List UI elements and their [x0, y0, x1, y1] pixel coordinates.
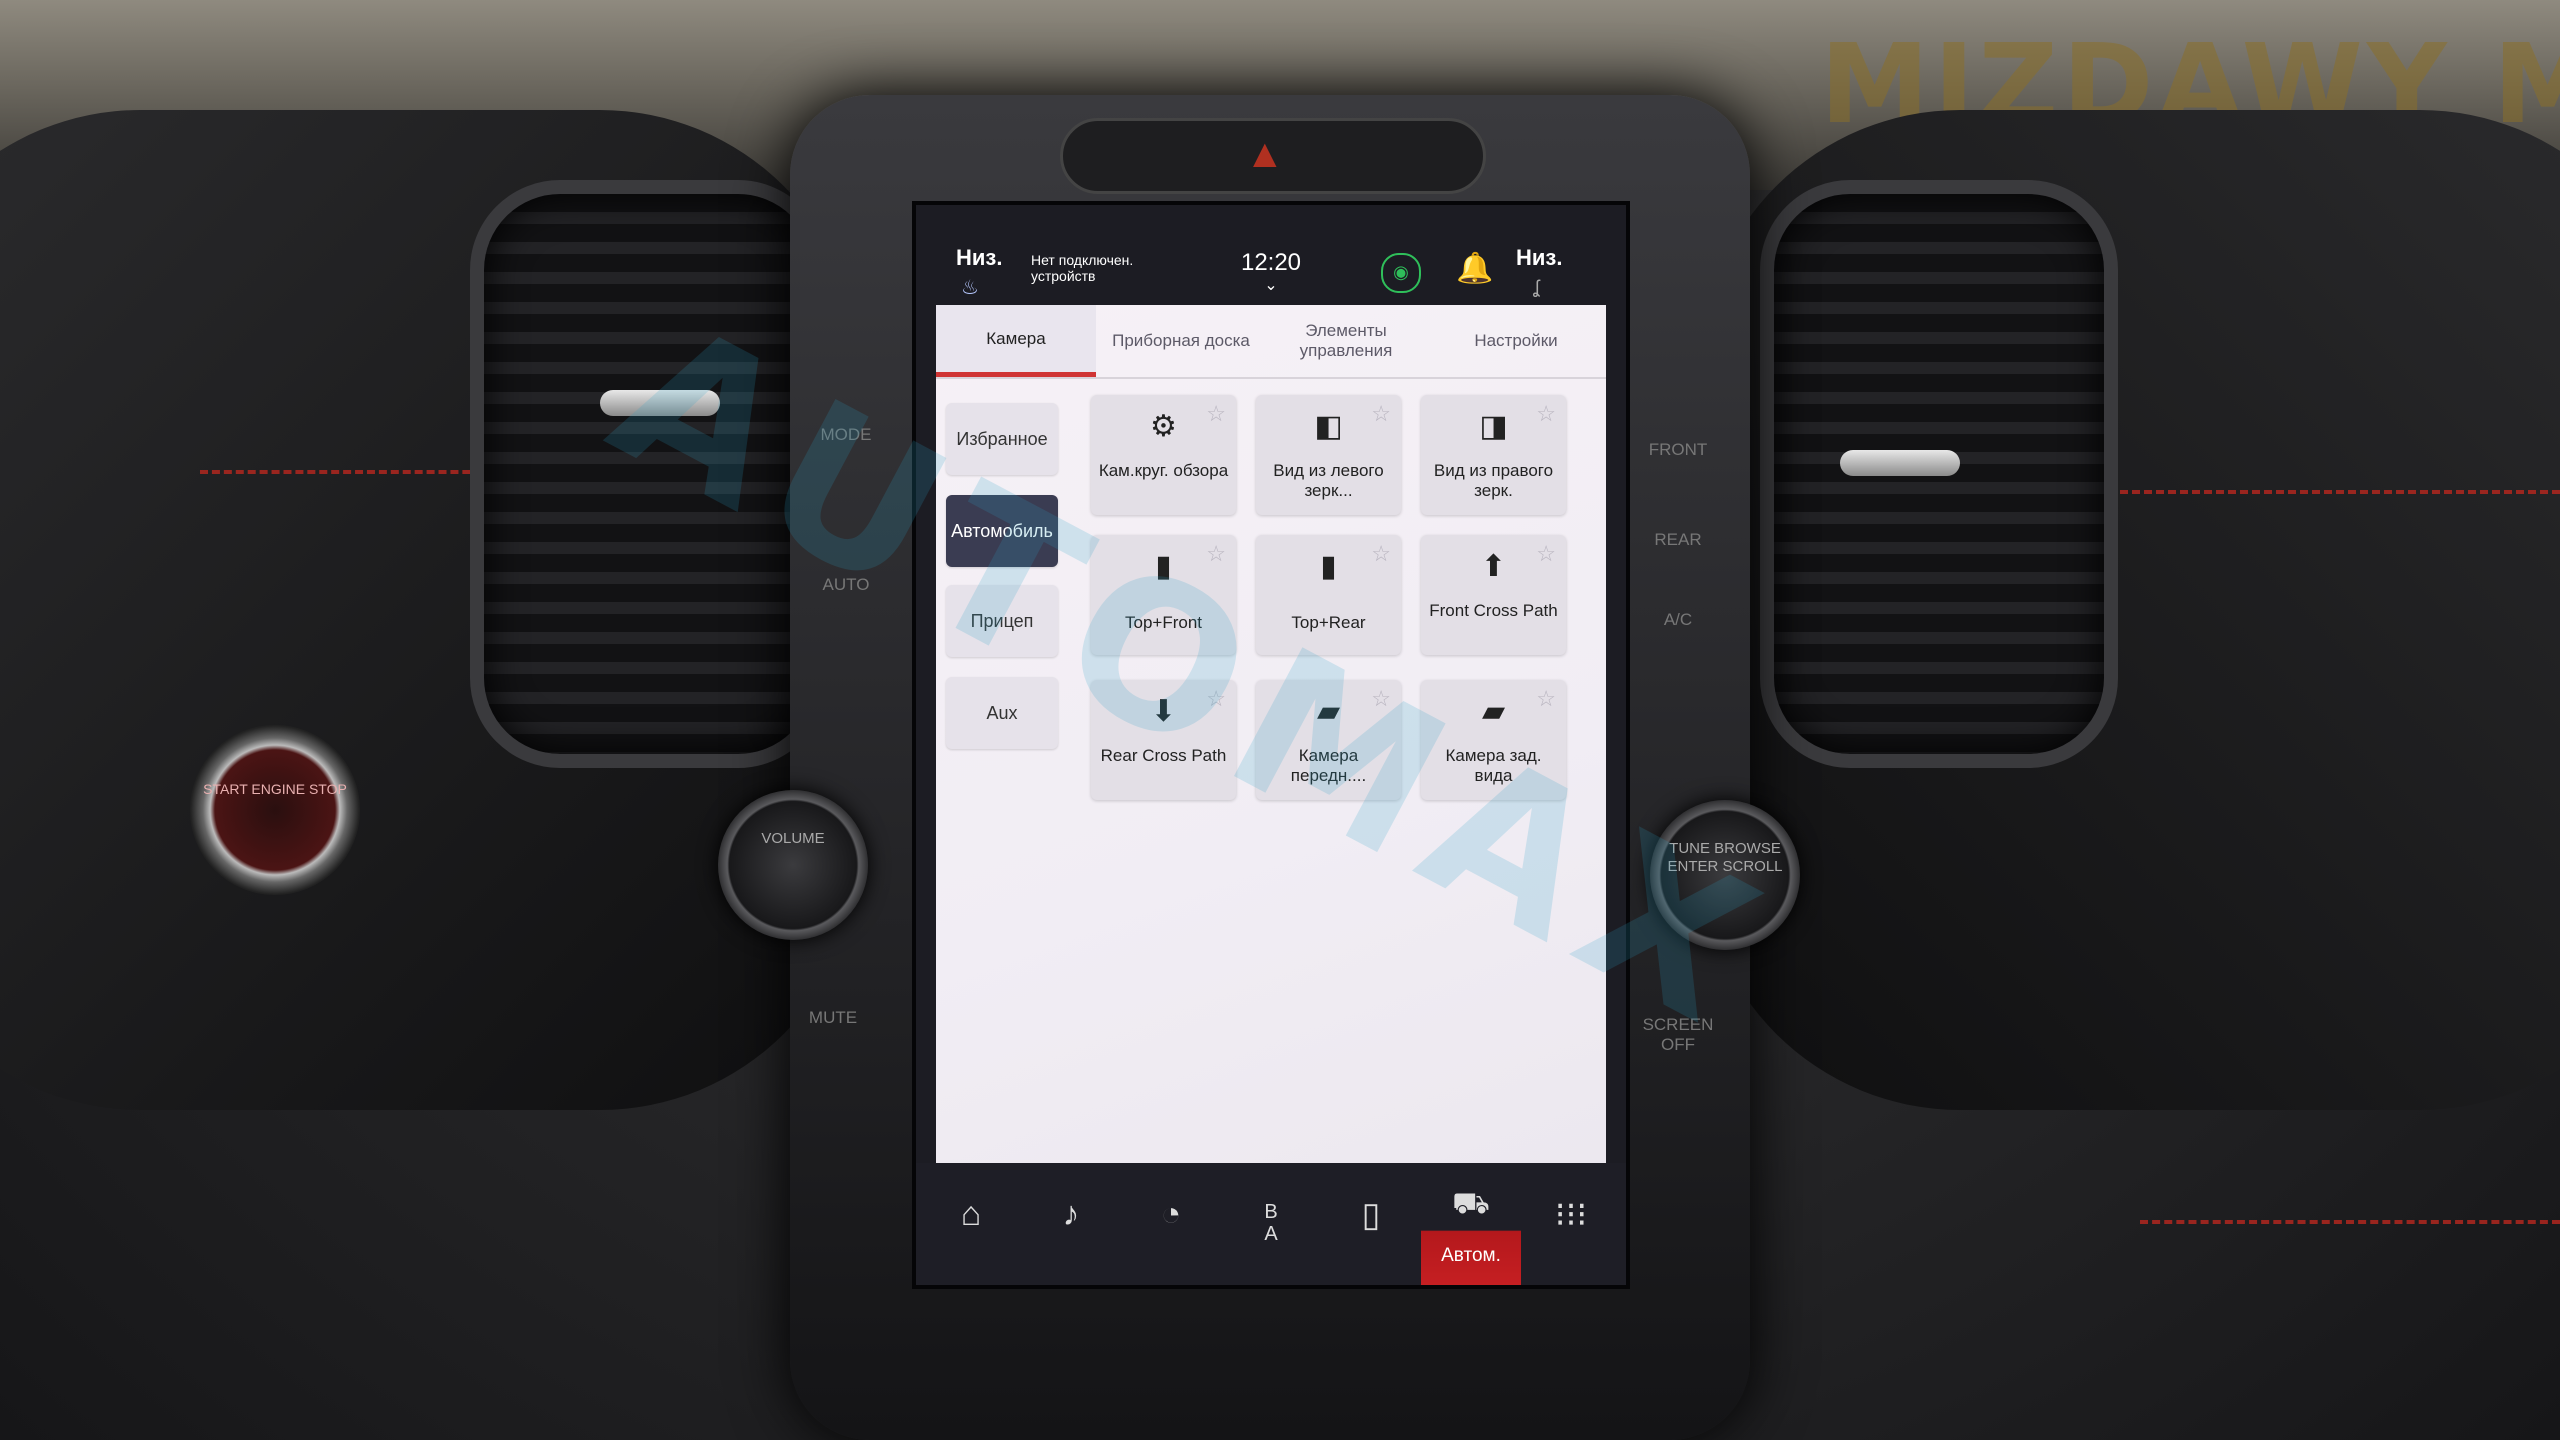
performance-icon: ◔	[1160, 1195, 1182, 1233]
tab-settings[interactable]: Настройки	[1426, 305, 1606, 377]
rear-defrost-label[interactable]: REAR	[1638, 530, 1718, 550]
phone-icon: ▯	[1361, 1196, 1381, 1234]
vehicle-icon: ⛟	[1452, 1187, 1490, 1220]
nav-performance[interactable]: ◔	[1121, 1163, 1221, 1285]
nav-apps[interactable]: ⁝⁝⁝	[1521, 1163, 1621, 1285]
top-rear-icon: ▮	[1320, 550, 1337, 583]
nav-phone[interactable]: ▯	[1321, 1163, 1421, 1285]
vehicle-interior-photo: MIZDAWY MOTOR START ENGINE STOP ▲ MODE A…	[0, 0, 2560, 1440]
seat-icon[interactable]: ʆ	[1533, 277, 1539, 298]
apps-icon: ⁝⁝⁝	[1554, 1196, 1588, 1234]
music-icon: ♪	[1062, 1195, 1080, 1233]
voice-assistant-icon[interactable]: ◉	[1381, 253, 1421, 293]
left-mirror-icon: ◧	[1314, 410, 1343, 443]
dash-stitching	[2140, 1220, 2560, 1224]
tile-label: Вид из правого зерк.	[1433, 461, 1554, 500]
volume-knob[interactable]: VOLUME	[718, 790, 868, 940]
tile-label: Front Cross Path	[1429, 601, 1558, 620]
right-vent-tab[interactable]	[1840, 450, 1960, 476]
tab-controls[interactable]: Элементы управления	[1266, 305, 1426, 377]
nav-climate[interactable]: BA	[1221, 1163, 1321, 1285]
nav-vehicle-label: Автом.	[1441, 1245, 1501, 1266]
bottom-nav-bar: ⌂ ♪ ◔ BA ▯ ⛟ Автом. ⁝⁝⁝	[916, 1163, 1626, 1285]
tab-dashboard[interactable]: Приборная доска	[1096, 305, 1266, 377]
front-defrost-label[interactable]: FRONT	[1638, 440, 1718, 460]
right-fan-level[interactable]: Низ.	[1516, 245, 1562, 271]
front-cross-path-icon: ⬆	[1480, 550, 1507, 583]
tile-label: Кам.круг. обзора	[1098, 461, 1229, 480]
notification-bell-icon[interactable]: 🔔	[1456, 251, 1493, 286]
tile-surround-view[interactable]: ☆ ⚙ Кам.круг. обзора	[1091, 395, 1236, 515]
clock[interactable]: 12:20	[1216, 249, 1326, 277]
left-fan-level[interactable]: Низ.	[956, 245, 1002, 271]
nav-home[interactable]: ⌂	[921, 1163, 1021, 1285]
right-mirror-icon: ◨	[1479, 410, 1508, 443]
start-engine-label: START ENGINE STOP	[203, 781, 347, 797]
chevron-down-icon[interactable]: ⌄	[1251, 275, 1291, 295]
right-control-strip: FRONT REAR A/C	[1638, 440, 1718, 630]
connection-status[interactable]: Нет подключен. устройств	[1031, 252, 1181, 284]
climate-icon: BA	[1264, 1201, 1278, 1245]
hazard-icon[interactable]: ▲	[1245, 132, 1285, 177]
tile-left-mirror[interactable]: ☆ ◧ Вид из левого зерк...	[1256, 395, 1401, 515]
tile-front-cross-path[interactable]: ☆ ⬆ Front Cross Path	[1421, 535, 1566, 655]
volume-knob-label: VOLUME	[761, 830, 825, 847]
seat-heat-icon[interactable]: ♨	[961, 275, 979, 300]
tab-camera[interactable]: Камера	[936, 305, 1096, 377]
tab-bar: Камера Приборная доска Элементы управлен…	[936, 305, 1606, 379]
nav-media[interactable]: ♪	[1021, 1163, 1121, 1285]
home-icon: ⌂	[960, 1195, 982, 1233]
tile-right-mirror[interactable]: ☆ ◨ Вид из правого зерк.	[1421, 395, 1566, 515]
ac-button-label[interactable]: A/C	[1638, 610, 1718, 630]
nav-vehicle[interactable]: ⛟ Автом.	[1421, 1163, 1521, 1285]
360-camera-icon: ⚙	[1150, 410, 1177, 443]
mute-button-label[interactable]: MUTE	[793, 1008, 873, 1028]
status-bar: Низ. ♨ Нет подключен. устройств 12:20 ⌄ …	[916, 205, 1626, 305]
tile-label: Вид из левого зерк...	[1273, 461, 1384, 500]
start-engine-button[interactable]: START ENGINE STOP	[190, 725, 360, 895]
dash-stitching	[2120, 490, 2560, 494]
